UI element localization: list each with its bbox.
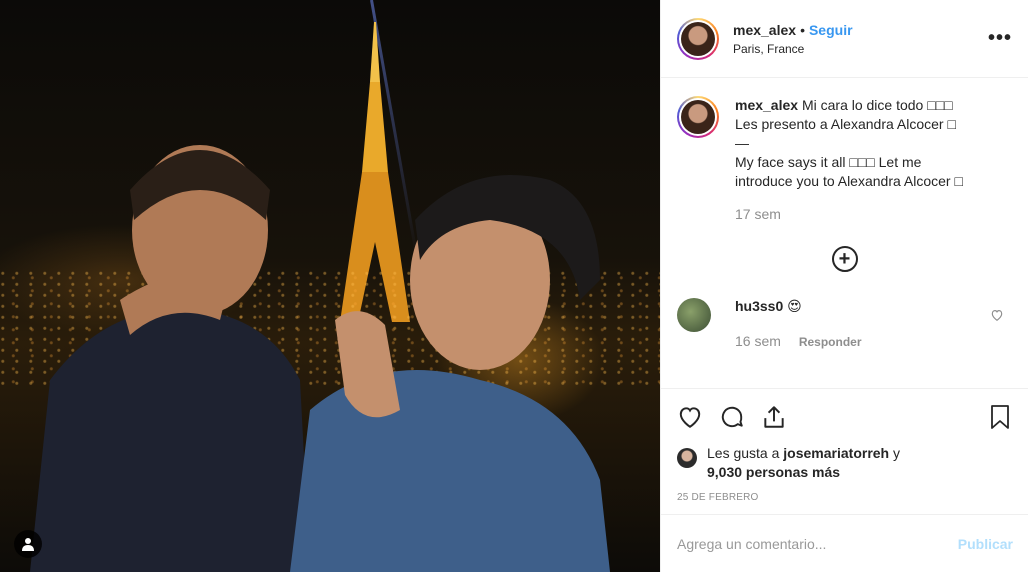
likes-summary: Les gusta a josemariatorreh y 9,030 pers… bbox=[661, 444, 1028, 482]
comment-item: hu3ss0 😍 16 sem Responder bbox=[677, 298, 1012, 349]
likes-conj: y bbox=[893, 445, 900, 461]
likes-prefix: Les gusta a bbox=[707, 445, 780, 461]
comment-button[interactable] bbox=[719, 404, 745, 430]
follow-button[interactable]: Seguir bbox=[809, 22, 853, 38]
caption-text-en-1: My face says it all □□□ Let me bbox=[735, 154, 922, 170]
comment-text: 😍 bbox=[787, 298, 802, 314]
save-button[interactable] bbox=[988, 404, 1012, 430]
caption-avatar[interactable] bbox=[677, 96, 719, 138]
like-button[interactable] bbox=[677, 404, 703, 430]
heart-icon bbox=[679, 406, 701, 428]
header-username[interactable]: mex_alex bbox=[733, 22, 796, 38]
likes-count[interactable]: 9,030 personas más bbox=[707, 464, 840, 480]
post-side-panel: mex_alex • Seguir Paris, France ••• mex_al… bbox=[660, 0, 1028, 572]
caption-username[interactable]: mex_alex bbox=[735, 97, 798, 113]
reply-button[interactable]: Responder bbox=[799, 335, 862, 349]
caption-text-es-2: Les presento a Alexandra Alcocer □ bbox=[735, 116, 956, 132]
more-options-icon[interactable]: ••• bbox=[988, 27, 1012, 50]
bookmark-icon bbox=[991, 404, 1009, 429]
liker-username[interactable]: josemariatorreh bbox=[783, 445, 889, 461]
caption-text-es-1: Mi cara lo dice todo □□□ bbox=[801, 97, 953, 113]
liker-avatar[interactable] bbox=[677, 448, 697, 468]
avatar-image bbox=[681, 21, 715, 56]
share-button[interactable] bbox=[761, 404, 787, 430]
user-tag-button[interactable] bbox=[14, 530, 42, 558]
caption-text-en-2: introduce you to Alexandra Alcocer □ bbox=[735, 173, 963, 189]
load-more-comments-button[interactable]: + bbox=[831, 246, 858, 272]
woman-figure bbox=[290, 175, 610, 572]
add-comment-bar: Publicar bbox=[661, 514, 1028, 572]
post-header: mex_alex • Seguir Paris, France ••• bbox=[661, 0, 1028, 78]
avatar-image bbox=[681, 100, 715, 134]
separator-dot: • bbox=[800, 21, 805, 38]
post-photo[interactable] bbox=[0, 0, 660, 572]
comment-icon bbox=[721, 406, 743, 427]
comment-input[interactable] bbox=[677, 535, 958, 552]
action-bar bbox=[661, 388, 1028, 444]
comment-username[interactable]: hu3ss0 bbox=[735, 298, 783, 314]
comment-like-heart-icon[interactable] bbox=[990, 308, 1004, 322]
post-date[interactable]: 25 DE FEBRERO bbox=[661, 482, 1028, 503]
comment-avatar[interactable] bbox=[677, 298, 711, 332]
plus-circle-icon: + bbox=[838, 248, 851, 270]
caption-time[interactable]: 17 sem bbox=[735, 205, 963, 224]
avatar[interactable] bbox=[677, 17, 719, 60]
caption-dash: — bbox=[735, 135, 749, 151]
location-link[interactable]: Paris, France bbox=[733, 42, 988, 56]
share-icon bbox=[764, 405, 784, 428]
comments-list: mex_alex Mi cara lo dice todo □□□ Les pr… bbox=[661, 78, 1028, 388]
comment-time[interactable]: 16 sem bbox=[735, 333, 781, 349]
user-tag-icon bbox=[22, 538, 34, 551]
publish-button[interactable]: Publicar bbox=[958, 536, 1013, 552]
caption: mex_alex Mi cara lo dice todo □□□ Les pr… bbox=[677, 96, 1012, 224]
